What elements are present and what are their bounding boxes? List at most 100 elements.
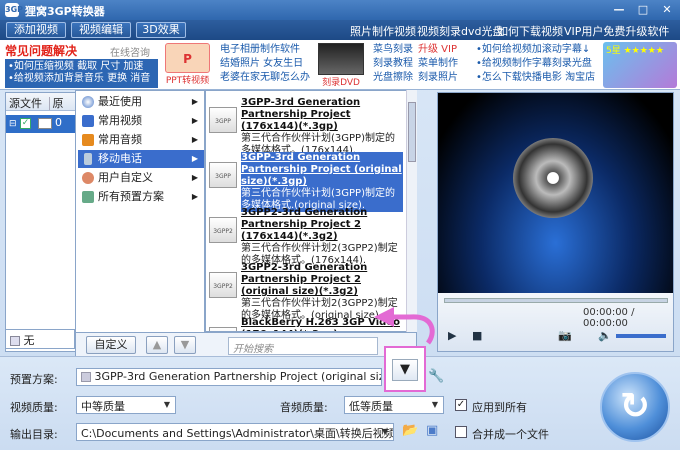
source-file-row[interactable]: ⊟ ✓ 0	[6, 115, 76, 133]
title-bar: 3GP 狸窝3GP转换器 — □ ✕	[0, 0, 680, 20]
play-button[interactable]: ▶	[448, 329, 456, 342]
output-dir-value: C:\Documents and Settings\Administrator\…	[81, 427, 394, 440]
ppt-caption: PPT转视频	[165, 76, 210, 86]
preset-format-icon	[81, 372, 91, 382]
preset-list-scrollbar[interactable]	[406, 90, 417, 332]
banner-link[interactable]: •如何给视频加滚动字幕↓	[476, 43, 595, 57]
banner-link[interactable]: 刻录照片	[418, 71, 458, 85]
output-dir-label: 输出目录:	[10, 428, 58, 441]
banner-link[interactable]: 光盘擦除	[373, 71, 413, 85]
stop-button[interactable]: ■	[472, 329, 482, 342]
menu-item-user-defined[interactable]: 用户自定义 ▶	[78, 169, 204, 187]
chevron-down-icon: ▼	[163, 400, 171, 409]
volume-slider[interactable]	[616, 334, 666, 338]
game-ad[interactable]: 5星 ★★★★★	[603, 42, 677, 88]
menu-item-all-presets[interactable]: 所有预置方案 ▶	[78, 188, 204, 206]
3gpp2-format-icon: 3GPP2	[209, 272, 237, 298]
preset-label: 预置方案:	[10, 373, 58, 386]
custom-button[interactable]: 自定义	[86, 336, 136, 354]
menu-item-mobile-phone[interactable]: 移动电话 ▶	[78, 150, 204, 168]
banner-link[interactable]: 结婚照片 女友生日	[220, 57, 310, 71]
preset-title: 3GPP-3rd Generation Partnership Project …	[241, 97, 361, 132]
banner-link[interactable]: 电子相册制作软件	[220, 43, 310, 57]
preset-item[interactable]: 3GPP 3GPP-3rd Generation Partnership Pro…	[206, 93, 404, 156]
app-window: 3GP 狸窝3GP转换器 — □ ✕ 添加视频 视频编辑 3D效果 照片制作视频…	[0, 0, 680, 450]
output-dir-select[interactable]: C:\Documents and Settings\Administrator\…	[76, 423, 394, 441]
banner-link[interactable]: 菜单制作	[418, 57, 458, 71]
banner-col1: 电子相册制作软件 结婚照片 女友生日 老婆在家无聊怎么办	[220, 43, 310, 85]
source-subtitle-select[interactable]: 无	[5, 329, 75, 349]
preset-title: 3GPP-3rd Generation Partnership Project …	[241, 152, 402, 187]
video-icon	[82, 115, 94, 127]
preset-item[interactable]: 3GPP2 3GPP2-3rd Generation Partnership P…	[206, 258, 404, 321]
folder-open-icon[interactable]: 📂	[402, 423, 418, 438]
chevron-down-icon: ▼	[431, 400, 439, 409]
burn-dvd-ad[interactable]: 刻录DVD	[318, 43, 364, 88]
annotation-arrow	[374, 307, 435, 345]
file-checkbox[interactable]: ✓	[20, 117, 32, 129]
3d-effect-button[interactable]: 3D效果	[136, 22, 186, 38]
banner-link[interactable]: 刻录教程	[373, 57, 413, 71]
chevron-down-icon[interactable]: ▼	[392, 359, 418, 381]
banner-link[interactable]: 菜鸟刻录	[373, 43, 413, 57]
minimize-button[interactable]: —	[608, 2, 630, 18]
volume-icon[interactable]: 🔈	[598, 329, 612, 342]
chevron-right-icon: ▶	[191, 192, 198, 201]
dvd-image	[318, 43, 364, 75]
preset-select[interactable]: 3GPP-3rd Generation Partnership Project …	[76, 368, 382, 386]
clock-icon	[82, 96, 94, 108]
preset-item[interactable]: 3GPP2 3GPP2-3rd Generation Partnership P…	[206, 203, 404, 266]
source-file-header-label: 源文件	[9, 97, 42, 110]
edit-video-button[interactable]: 视频编辑	[71, 22, 131, 38]
restore-button[interactable]: □	[632, 2, 654, 18]
menu-item-label: 移动电话	[98, 152, 142, 165]
search-input[interactable]: 开始搜索	[228, 337, 378, 355]
3gpp-format-icon: 3GPP	[209, 107, 237, 133]
menu-item-recent[interactable]: 最近使用 ▶	[78, 93, 204, 111]
banner-link[interactable]: •怎么下载快播电影 淘宝店	[476, 71, 595, 85]
help-item[interactable]: •如何压缩视频 截取 尺寸 加速	[8, 61, 155, 73]
audio-quality-select[interactable]: 低等质量 ▼	[344, 396, 444, 414]
convert-button[interactable]: ↻	[600, 372, 670, 442]
banner-link[interactable]: 老婆在家无聊怎么办	[220, 71, 310, 85]
menu-item-label: 所有预置方案	[98, 190, 164, 203]
preset-value: 3GPP-3rd Generation Partnership Project …	[94, 370, 382, 383]
menu-item-common-video[interactable]: 常用视频 ▶	[78, 112, 204, 130]
settings-wrench-icon[interactable]: 🔧	[428, 369, 444, 384]
expand-icon[interactable]: ⊟	[9, 119, 17, 129]
move-down-button[interactable]: ▼	[174, 336, 196, 354]
merge-checkbox[interactable]	[455, 426, 467, 438]
app-title: 狸窝3GP转换器	[25, 5, 105, 18]
apply-all-checkbox[interactable]: ✓	[455, 399, 467, 411]
menu-item-common-audio[interactable]: 常用音频 ▶	[78, 131, 204, 149]
close-button[interactable]: ✕	[656, 2, 678, 18]
menu-bottom-bar: 自定义 ▲ ▼ 开始搜索	[75, 332, 417, 358]
video-quality-select[interactable]: 中等质量 ▼	[76, 396, 176, 414]
subtitle-icon	[10, 336, 20, 346]
menu-item-label: 最近使用	[98, 95, 142, 108]
link-photo-video[interactable]: 照片制作视频	[350, 23, 416, 39]
link-vip-upgrade[interactable]: VIP用户免费升级软件	[564, 23, 669, 39]
snapshot-button[interactable]: 📷	[558, 329, 572, 342]
add-video-button[interactable]: 添加视频	[6, 22, 66, 38]
preview-screen	[438, 93, 673, 293]
toolbar: 添加视频 视频编辑 3D效果 照片制作视频 视频刻录dvd光盘 如何下载视频 V…	[0, 20, 680, 40]
preset-dropdown-highlight[interactable]: ▼	[384, 346, 426, 392]
source-file-header[interactable]: 源文件 原	[6, 93, 76, 111]
menu-item-label: 用户自定义	[98, 171, 153, 184]
scrollbar-thumb[interactable]	[408, 102, 416, 162]
preset-item-selected[interactable]: 3GPP 3GPP-3rd Generation Partnership Pro…	[206, 148, 404, 212]
link-burn-dvd[interactable]: 视频刻录dvd光盘	[417, 23, 503, 39]
online-consult-link[interactable]: 在线咨询	[110, 44, 150, 59]
banner-col3: •如何给视频加滚动字幕↓ •给视频制作字幕刻录光盘 •怎么下载快播电影 淘宝店	[476, 43, 595, 85]
time-display: 00:00:00 / 00:00:00	[583, 307, 635, 329]
seek-bar[interactable]	[444, 298, 668, 303]
game-rating: 5星 ★★★★★	[606, 46, 664, 56]
banner-link[interactable]: 升级 VIP	[418, 43, 458, 57]
banner-link[interactable]: •给视频制作字幕刻录光盘	[476, 57, 595, 71]
ppt-to-video-ad[interactable]: P PPT转视频	[165, 43, 210, 88]
open-output-folder-icon[interactable]: ▣	[426, 423, 438, 438]
move-up-button[interactable]: ▲	[146, 336, 168, 354]
link-download-video[interactable]: 如何下载视频	[497, 23, 563, 39]
help-item[interactable]: •给视频添加背景音乐 更换 消音	[8, 73, 155, 85]
